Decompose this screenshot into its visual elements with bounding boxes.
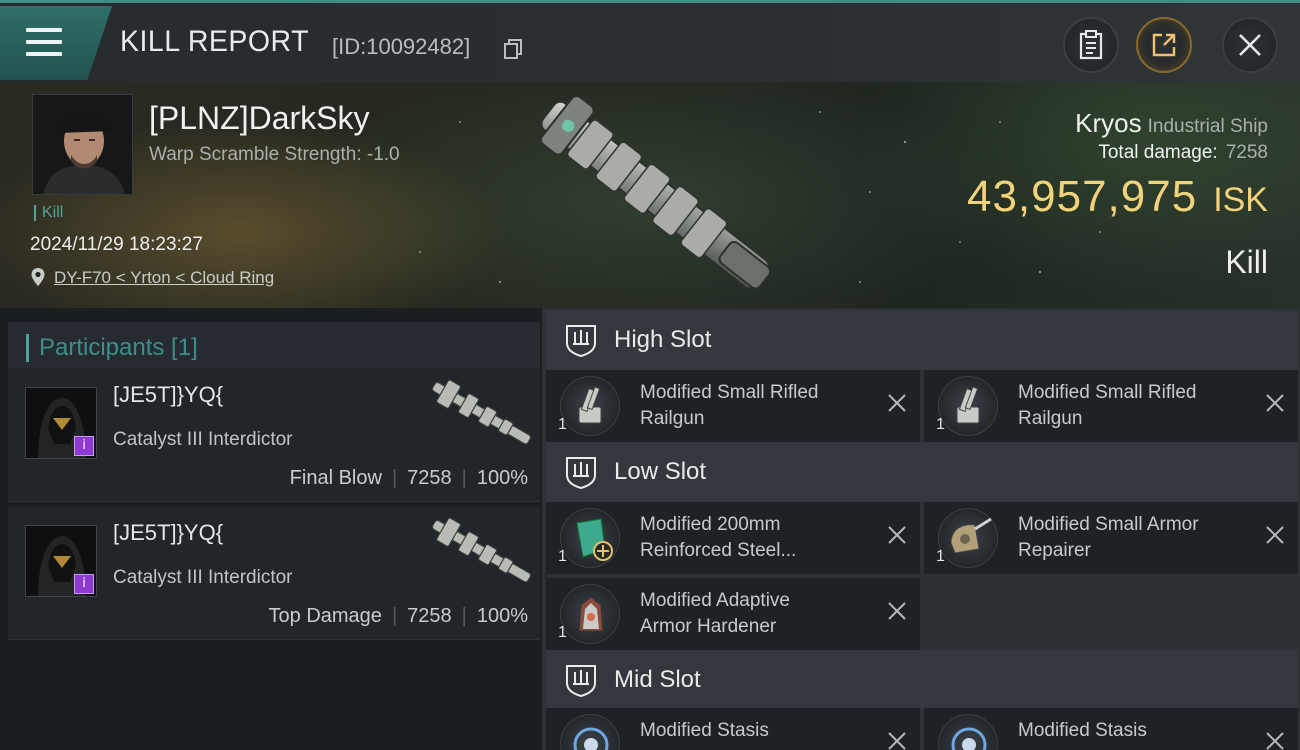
- location-pin-icon: [31, 268, 45, 286]
- slot-header-low: Low Slot: [546, 442, 1298, 502]
- kill-type-tag: Kill: [34, 205, 63, 221]
- stasis-webifier-icon: [560, 714, 620, 750]
- share-icon: [1152, 33, 1176, 57]
- page-title: KILL REPORT: [120, 25, 309, 58]
- isk-unit: ISK: [1213, 181, 1268, 219]
- participant-stats: Top Damage | 7258 | 100%: [268, 605, 528, 627]
- participant-badge-icon: i: [74, 574, 94, 594]
- destroyed-x-icon: [1266, 394, 1284, 412]
- participants-header: Participants [1]: [8, 322, 540, 374]
- kill-location-link[interactable]: DY-F70 < Yrton < Cloud Ring: [54, 268, 274, 288]
- participant-card[interactable]: i [JE5T]}YQ{ Catalyst III Interdictor To…: [8, 506, 540, 640]
- victim-name[interactable]: [PLNZ]DarkSky: [149, 100, 369, 137]
- victim-ship-image: [540, 95, 772, 290]
- module-name: Modified 200mm Reinforced Steel...: [640, 514, 797, 561]
- armor-hardener-icon: [560, 584, 620, 644]
- mid-slot-icon: [566, 665, 596, 697]
- victim-ship: Kryos Industrial Ship: [1075, 108, 1268, 139]
- module-quantity: 1: [936, 548, 945, 565]
- hamburger-menu-icon: [26, 28, 62, 56]
- ship-class: Industrial Ship: [1147, 116, 1268, 137]
- module-card[interactable]: 1 Modified Adaptive Armor Hardener: [546, 578, 920, 650]
- participant-ship-image: [431, 517, 532, 583]
- participant-stats: Final Blow | 7258 | 100%: [289, 467, 528, 489]
- low-slot-icon: [566, 457, 596, 489]
- fitting-panel: High Slot 1 Modified Small Rifled Railgu…: [542, 308, 1300, 750]
- railgun-icon: [560, 376, 620, 436]
- clipboard-icon: [1079, 30, 1103, 60]
- participant-role: Final Blow: [289, 467, 382, 489]
- share-button[interactable]: [1136, 17, 1192, 73]
- warp-scramble-strength: Warp Scramble Strength: -1.0: [149, 144, 400, 165]
- participant-ship: Catalyst III Interdictor: [113, 429, 293, 450]
- armor-repairer-icon: [938, 508, 998, 568]
- destroyed-x-icon: [888, 394, 906, 412]
- menu-button[interactable]: [0, 6, 112, 80]
- destroyed-x-icon: [888, 526, 906, 544]
- total-damage: Total damage: 7258: [1098, 142, 1268, 164]
- ship-name: Kryos: [1075, 108, 1142, 138]
- high-slot-icon: [566, 325, 596, 357]
- participant-damage: 7258: [407, 467, 452, 489]
- module-card[interactable]: Modified Stasis: [546, 708, 920, 750]
- slot-title: Low Slot: [614, 458, 707, 485]
- module-name: Modified Adaptive Armor Hardener: [640, 590, 790, 637]
- module-quantity: 1: [558, 416, 567, 433]
- destroyed-x-icon: [1266, 526, 1284, 544]
- kill-result: Kill: [1225, 244, 1268, 280]
- victim-portrait[interactable]: [32, 94, 133, 195]
- railgun-icon: [938, 376, 998, 436]
- participant-card[interactable]: i [JE5T]}YQ{ Catalyst III Interdictor Fi…: [8, 368, 540, 502]
- top-bar: KILL REPORT [ID:10092482]: [0, 0, 1300, 82]
- victim-summary: [PLNZ]DarkSky Warp Scramble Strength: -1…: [0, 82, 1300, 308]
- module-card[interactable]: 1 Modified Small Rifled Railgun: [546, 370, 920, 442]
- isk-value: 43,957,975: [966, 172, 1198, 221]
- module-name: Modified Small Rifled Railgun: [640, 382, 819, 429]
- report-id: [ID:10092482]: [332, 34, 471, 59]
- stasis-webifier-icon: [938, 714, 998, 750]
- participant-badge-icon: i: [74, 436, 94, 456]
- participant-ship-image: [431, 379, 532, 445]
- participant-percent: 100%: [476, 467, 528, 489]
- participant-percent: 100%: [476, 605, 528, 627]
- kill-datetime: 2024/11/29 18:23:27: [30, 234, 203, 255]
- armor-plate-icon: [560, 508, 620, 568]
- slot-header-high: High Slot: [546, 310, 1298, 370]
- slot-header-mid: Mid Slot: [546, 650, 1298, 710]
- module-card[interactable]: Modified Stasis: [924, 708, 1298, 750]
- slot-title: Mid Slot: [614, 666, 701, 693]
- total-damage-label: Total damage:: [1098, 142, 1218, 163]
- destroyed-x-icon: [888, 732, 906, 750]
- clipboard-button[interactable]: [1063, 17, 1119, 73]
- module-quantity: 1: [558, 548, 567, 565]
- participant-name: [JE5T]}YQ{: [113, 382, 224, 407]
- module-name: Modified Small Armor Repairer: [1018, 514, 1199, 561]
- destroyed-x-icon: [888, 602, 906, 620]
- participant-damage: 7258: [407, 605, 452, 627]
- module-name: Modified Stasis: [1018, 720, 1147, 741]
- participant-name: [JE5T]}YQ{: [113, 520, 224, 545]
- close-button[interactable]: [1222, 17, 1278, 73]
- close-icon: [1239, 34, 1261, 56]
- module-name: Modified Small Rifled Railgun: [1018, 382, 1197, 429]
- module-card[interactable]: 1 Modified 200mm Reinforced Steel...: [546, 502, 920, 574]
- total-damage-value: 7258: [1225, 142, 1268, 163]
- module-quantity: 1: [936, 416, 945, 433]
- participants-panel: Participants [1] i [JE5T]}YQ{ Catalyst I…: [0, 308, 542, 750]
- module-card[interactable]: 1 Modified Small Armor Repairer: [924, 502, 1298, 574]
- participant-role: Top Damage: [268, 605, 382, 627]
- participant-ship: Catalyst III Interdictor: [113, 567, 293, 588]
- copy-icon[interactable]: [504, 39, 522, 59]
- slot-title: High Slot: [614, 326, 712, 353]
- participants-title: Participants [1]: [39, 334, 198, 361]
- module-card[interactable]: 1 Modified Small Rifled Railgun: [924, 370, 1298, 442]
- module-quantity: 1: [558, 624, 567, 641]
- destroyed-x-icon: [1266, 732, 1284, 750]
- isk-loss: 43,957,975 ISK: [967, 172, 1268, 222]
- module-name: Modified Stasis: [640, 720, 769, 741]
